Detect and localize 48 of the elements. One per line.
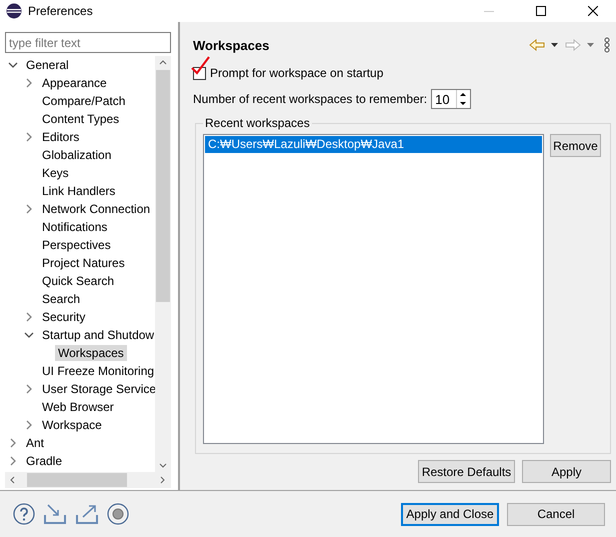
more-icon[interactable] <box>603 37 611 53</box>
export-icon[interactable] <box>75 503 99 525</box>
filter-field[interactable]: type filter text <box>5 32 171 53</box>
tree-item[interactable]: Project Natures <box>39 255 128 271</box>
dialog-button[interactable]: Apply and Close <box>401 502 499 526</box>
tree-item[interactable]: Globalization <box>39 147 114 163</box>
tree-item[interactable]: UI Freeze Monitoring <box>39 363 155 379</box>
tree-item[interactable]: Editors <box>39 129 82 145</box>
tree-item[interactable]: Web Browser <box>39 399 117 415</box>
tree-item[interactable]: Network Connection <box>39 201 154 217</box>
vertical-scrollbar[interactable] <box>155 56 171 472</box>
tree-item[interactable]: General <box>23 57 72 73</box>
tree-item[interactable]: Link Handlers <box>39 183 118 199</box>
page-button[interactable]: Apply <box>522 460 611 483</box>
tree-item[interactable]: Workspaces <box>55 345 127 361</box>
tree-item[interactable]: Keys <box>39 165 72 181</box>
window-title: Preferences <box>28 4 94 18</box>
record-icon[interactable] <box>107 503 129 525</box>
tree-item[interactable]: Gradle <box>23 453 66 469</box>
workspace-list[interactable]: C:₩Users₩Lazuli₩Desktop₩Java1 <box>203 134 544 444</box>
tree-item[interactable]: Perspectives <box>39 237 114 253</box>
tree-item[interactable]: Ant <box>23 435 48 451</box>
list-item[interactable]: C:₩Users₩Lazuli₩Desktop₩Java1 <box>205 136 542 153</box>
tree-item[interactable]: Quick Search <box>39 273 118 289</box>
import-icon[interactable] <box>43 503 67 525</box>
tree-item[interactable]: Security <box>39 309 88 325</box>
tree-item[interactable]: Notifications <box>39 219 110 235</box>
horizontal-scrollbar[interactable] <box>5 472 171 488</box>
tree-item[interactable]: Workspace <box>39 417 105 433</box>
tree-item[interactable]: Compare/Patch <box>39 93 128 109</box>
page-title: Workspaces <box>193 38 270 52</box>
close-icon[interactable] <box>588 6 598 16</box>
tree-item[interactable]: Search <box>39 291 84 307</box>
help-icon[interactable] <box>13 503 35 525</box>
tree-item[interactable]: Startup and Shutdow <box>39 327 155 343</box>
maximize-icon[interactable] <box>536 6 546 16</box>
dialog-button[interactable]: Cancel <box>507 502 605 526</box>
dropdown-icon[interactable] <box>549 42 561 48</box>
remove-button[interactable]: Remove <box>550 134 601 157</box>
page-button[interactable]: Restore Defaults <box>418 460 515 483</box>
recent-count-label: Number of recent workspaces to remember: <box>193 92 428 106</box>
group-title: Recent workspaces <box>204 116 311 130</box>
app-icon <box>6 3 22 19</box>
checkbox-label: Prompt for workspace on startup <box>210 66 384 80</box>
tree-item[interactable]: Appearance <box>39 75 110 91</box>
check-icon <box>191 56 211 76</box>
number-spinner[interactable]: 10 <box>431 89 472 109</box>
tree-item[interactable]: Content Types <box>39 111 122 127</box>
